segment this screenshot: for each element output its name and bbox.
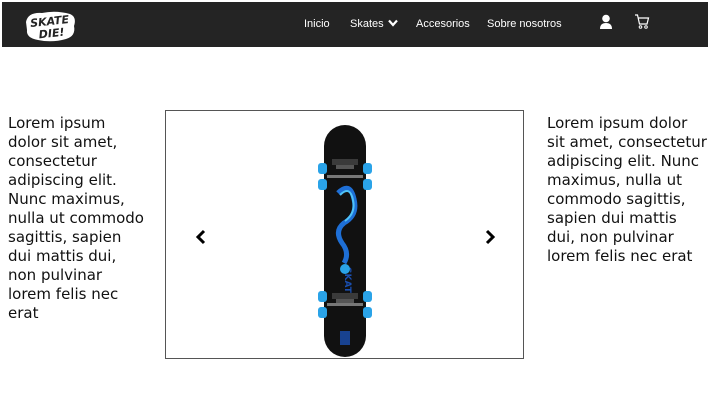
chevron-right-icon[interactable]	[483, 229, 497, 245]
chevron-down-icon	[387, 19, 398, 27]
brand-logo[interactable]: SKATE DIE!	[22, 8, 78, 44]
cart-icon[interactable]	[634, 13, 650, 30]
logo-text-line2: DIE!	[38, 26, 65, 42]
nav-item-skates[interactable]: Skates	[350, 2, 398, 47]
top-navbar: SKATE DIE! Inicio Skates Accesorios Sobr…	[2, 2, 708, 47]
nav-item-sobre-nosotros[interactable]: Sobre nosotros	[487, 2, 562, 47]
chevron-left-icon[interactable]	[194, 229, 208, 245]
nav-item-inicio[interactable]: Inicio	[304, 2, 330, 47]
product-carousel: SKATE	[165, 110, 524, 359]
nav-item-skates-label: Skates	[350, 18, 384, 30]
skateboard-image: SKATE	[318, 125, 372, 357]
right-description: Lorem ipsum dolor sit amet, consectetur …	[547, 114, 707, 265]
user-icon[interactable]	[599, 14, 613, 30]
left-description: Lorem ipsum dolor sit amet, consectetur …	[8, 114, 144, 322]
nav-item-accesorios[interactable]: Accesorios	[416, 2, 470, 47]
